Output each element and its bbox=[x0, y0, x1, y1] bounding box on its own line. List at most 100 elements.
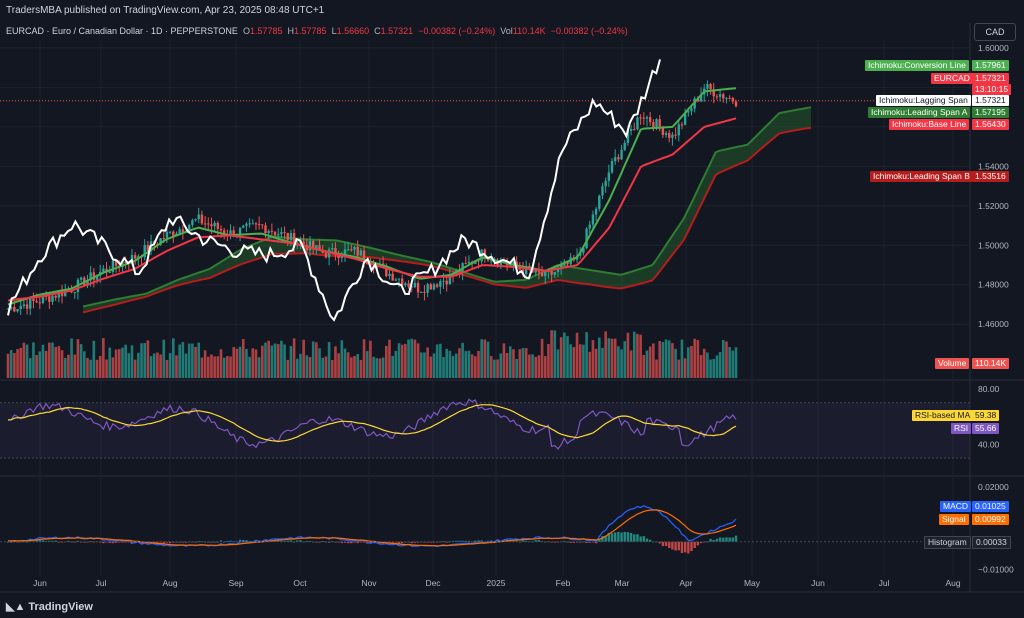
volume-bar bbox=[458, 348, 461, 378]
candle-body bbox=[594, 208, 598, 215]
volume-bar bbox=[82, 351, 86, 378]
candle-body bbox=[588, 224, 591, 229]
candle-body bbox=[207, 223, 210, 225]
candle-body bbox=[671, 134, 674, 138]
volume-bar bbox=[216, 356, 220, 378]
volume-bar bbox=[22, 342, 26, 378]
volume-bar bbox=[613, 338, 617, 378]
macd-tag-label: MACD bbox=[940, 501, 972, 512]
candle-body bbox=[216, 222, 220, 229]
candle-body bbox=[29, 298, 32, 309]
price-tick-label: 1.46000 bbox=[978, 319, 1009, 329]
volume-bar bbox=[245, 348, 248, 378]
lagging-tag-value: 1.57321 bbox=[972, 95, 1009, 106]
candle-body bbox=[715, 96, 719, 98]
volume-bar bbox=[28, 358, 32, 378]
volume-bar bbox=[299, 353, 302, 378]
volume-bar bbox=[435, 344, 439, 378]
volume-bar bbox=[493, 359, 496, 378]
volume-bar bbox=[702, 348, 706, 378]
candle-body bbox=[607, 172, 611, 181]
volume-bar bbox=[98, 355, 102, 378]
chart-canvas[interactable]: 1.600001.580001.560001.540001.520001.500… bbox=[0, 0, 1024, 618]
volume-bar bbox=[261, 345, 264, 378]
volume-bar bbox=[671, 343, 674, 378]
price-tick-label: 1.54000 bbox=[978, 161, 1009, 171]
candle-body bbox=[162, 238, 165, 240]
candle-body bbox=[394, 279, 398, 281]
price-tick-label: 1.50000 bbox=[978, 240, 1009, 250]
candle-body bbox=[668, 133, 671, 138]
candle-body bbox=[432, 284, 436, 290]
volume-bar bbox=[197, 342, 201, 378]
volume-bar bbox=[397, 343, 401, 378]
volume-bar bbox=[219, 349, 223, 378]
volume-bar bbox=[553, 330, 557, 378]
volume-bar bbox=[165, 359, 169, 378]
candle-body bbox=[73, 292, 76, 294]
volume-bar bbox=[235, 348, 239, 378]
rsi-tick-label: 80.00 bbox=[978, 384, 1000, 394]
volume-bar bbox=[178, 344, 181, 378]
volume-bar bbox=[200, 357, 204, 378]
candle-body bbox=[191, 220, 194, 225]
volume-bar bbox=[540, 338, 544, 378]
histogram-bar bbox=[41, 540, 45, 542]
volume-bar bbox=[480, 339, 483, 378]
volume-bar bbox=[159, 354, 162, 378]
brand-name: TradingView bbox=[28, 601, 93, 613]
volume-bar bbox=[680, 339, 684, 378]
price-tag-value: 1.57321 bbox=[972, 73, 1009, 84]
candle-body bbox=[420, 291, 423, 293]
volume-bar bbox=[137, 352, 140, 378]
volume-bar bbox=[489, 356, 493, 378]
volume-bar bbox=[423, 352, 426, 378]
volume-bar bbox=[655, 359, 658, 378]
time-tick-label: Aug bbox=[945, 578, 960, 588]
volume-bar bbox=[718, 351, 722, 378]
candle-body bbox=[435, 284, 439, 287]
candle-body bbox=[734, 101, 738, 107]
candle-body bbox=[22, 304, 26, 306]
volume-bar bbox=[365, 351, 369, 378]
candle-body bbox=[718, 94, 722, 97]
time-tick-label: Dec bbox=[425, 578, 441, 588]
candle-body bbox=[655, 119, 658, 128]
histogram-tag-value: 0.00033 bbox=[972, 536, 1011, 549]
volume-bar bbox=[210, 354, 213, 378]
candle-body bbox=[133, 255, 137, 259]
volume-bar bbox=[610, 338, 614, 378]
volume-bar bbox=[556, 349, 560, 378]
conversion-tag-label: Ichimoku:Conversion Line bbox=[868, 60, 966, 70]
volume-bar bbox=[512, 349, 515, 378]
candle-body bbox=[283, 232, 286, 234]
candle-body bbox=[289, 233, 293, 240]
candle-body bbox=[706, 83, 709, 89]
volume-bar bbox=[226, 356, 229, 378]
volume-bar bbox=[623, 341, 627, 378]
volume-bar bbox=[731, 350, 735, 378]
candle-body bbox=[442, 280, 445, 282]
candle-body bbox=[245, 223, 248, 226]
histogram-bar bbox=[734, 535, 738, 542]
price-tick-label: 1.60000 bbox=[978, 43, 1009, 53]
histogram-bar bbox=[165, 541, 169, 543]
volume-bar bbox=[518, 349, 522, 378]
time-tick-label: Oct bbox=[293, 578, 307, 588]
volume-bar bbox=[734, 347, 738, 378]
candle-body bbox=[490, 260, 493, 262]
candle-body bbox=[19, 305, 22, 310]
histogram-bar bbox=[690, 541, 693, 552]
volume-bar bbox=[432, 353, 436, 378]
tradingview-logo[interactable]: ◣▲ TradingView bbox=[6, 600, 93, 613]
volume-bar bbox=[340, 340, 344, 378]
volume-bar bbox=[632, 331, 636, 378]
volume-bar bbox=[375, 358, 379, 378]
volume-bar bbox=[194, 346, 197, 378]
volume-bar bbox=[400, 344, 404, 378]
volume-bar bbox=[168, 353, 172, 378]
candle-body bbox=[610, 160, 614, 173]
candle-body bbox=[391, 273, 394, 281]
candle-body bbox=[620, 149, 623, 160]
histogram-bar bbox=[289, 540, 293, 542]
